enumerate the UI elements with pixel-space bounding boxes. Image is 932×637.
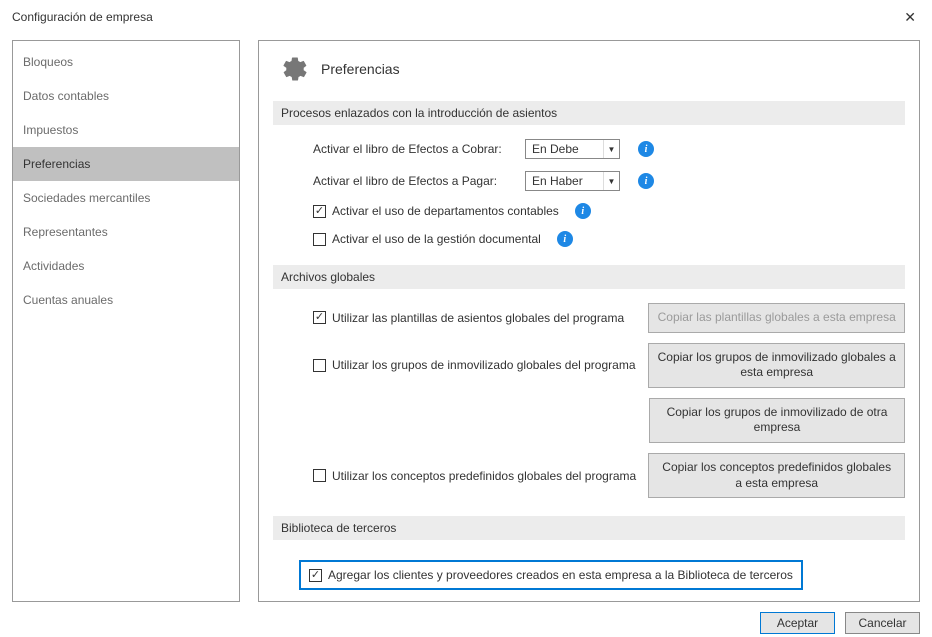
copy-plantillas-button: Copiar las plantillas globales a esta em… [648, 303, 905, 333]
section-header-archivos: Archivos globales [273, 265, 905, 289]
copy-conceptos-button[interactable]: Copiar los conceptos predefinidos global… [648, 453, 905, 498]
info-icon[interactable]: i [638, 141, 654, 157]
label-departamentos: Activar el uso de departamentos contable… [332, 204, 559, 218]
select-efectos-pagar[interactable]: En Haber ▼ [525, 171, 620, 191]
sidebar: Bloqueos Datos contables Impuestos Prefe… [12, 40, 240, 602]
sidebar-item-preferencias[interactable]: Preferencias [13, 147, 239, 181]
select-value: En Haber [526, 174, 603, 188]
cancel-button[interactable]: Cancelar [845, 612, 920, 634]
section-header-biblioteca: Biblioteca de terceros [273, 516, 905, 540]
window-title: Configuración de empresa [12, 10, 153, 24]
row-conceptos: Utilizar los conceptos predefinidos glob… [273, 453, 905, 498]
row-departamentos: Activar el uso de departamentos contable… [273, 203, 905, 219]
sidebar-item-bloqueos[interactable]: Bloqueos [13, 45, 239, 79]
label-inmovilizado: Utilizar los grupos de inmovilizado glob… [332, 358, 636, 372]
sidebar-item-datos-contables[interactable]: Datos contables [13, 79, 239, 113]
row-plantillas: Utilizar las plantillas de asientos glob… [273, 303, 905, 333]
sidebar-item-actividades[interactable]: Actividades [13, 249, 239, 283]
checkbox-departamentos[interactable] [313, 205, 326, 218]
checkbox-conceptos[interactable] [313, 469, 326, 482]
content-panel: Preferencias Procesos enlazados con la i… [258, 40, 920, 602]
label-gestion-documental: Activar el uso de la gestión documental [332, 232, 541, 246]
label-conceptos: Utilizar los conceptos predefinidos glob… [332, 469, 636, 483]
gear-icon [281, 55, 309, 83]
section-header-procesos: Procesos enlazados con la introducción d… [273, 101, 905, 125]
sidebar-item-sociedades[interactable]: Sociedades mercantiles [13, 181, 239, 215]
row-efectos-cobrar: Activar el libro de Efectos a Cobrar: En… [273, 139, 905, 159]
sidebar-item-cuentas-anuales[interactable]: Cuentas anuales [13, 283, 239, 317]
accept-button[interactable]: Aceptar [760, 612, 835, 634]
titlebar: Configuración de empresa ✕ [0, 0, 932, 34]
label-efectos-cobrar: Activar el libro de Efectos a Cobrar: [313, 142, 513, 156]
row-efectos-pagar: Activar el libro de Efectos a Pagar: En … [273, 171, 905, 191]
label-biblioteca: Agregar los clientes y proveedores cread… [328, 568, 793, 582]
select-efectos-cobrar[interactable]: En Debe ▼ [525, 139, 620, 159]
footer: Aceptar Cancelar [0, 602, 932, 634]
sidebar-item-representantes[interactable]: Representantes [13, 215, 239, 249]
checkbox-plantillas[interactable] [313, 311, 326, 324]
checkbox-inmovilizado[interactable] [313, 359, 326, 372]
row-inmovilizado-otra: Copiar los grupos de inmovilizado de otr… [649, 398, 905, 443]
label-efectos-pagar: Activar el libro de Efectos a Pagar: [313, 174, 513, 188]
select-value: En Debe [526, 142, 603, 156]
info-icon[interactable]: i [638, 173, 654, 189]
info-icon[interactable]: i [557, 231, 573, 247]
row-gestion-documental: Activar el uso de la gestión documental … [273, 231, 905, 247]
main-area: Bloqueos Datos contables Impuestos Prefe… [0, 34, 932, 602]
chevron-down-icon: ▼ [603, 172, 619, 190]
close-icon[interactable]: ✕ [898, 8, 922, 26]
copy-inmovilizado-global-button[interactable]: Copiar los grupos de inmovilizado global… [648, 343, 905, 388]
page-title: Preferencias [321, 61, 400, 77]
row-inmovilizado: Utilizar los grupos de inmovilizado glob… [273, 343, 905, 388]
content-header: Preferencias [281, 55, 905, 83]
checkbox-biblioteca[interactable] [309, 569, 322, 582]
label-plantillas: Utilizar las plantillas de asientos glob… [332, 311, 624, 325]
copy-inmovilizado-otra-button[interactable]: Copiar los grupos de inmovilizado de otr… [649, 398, 905, 443]
info-icon[interactable]: i [575, 203, 591, 219]
checkbox-gestion-documental[interactable] [313, 233, 326, 246]
highlight-biblioteca: Agregar los clientes y proveedores cread… [299, 560, 803, 590]
chevron-down-icon: ▼ [603, 140, 619, 158]
sidebar-item-impuestos[interactable]: Impuestos [13, 113, 239, 147]
